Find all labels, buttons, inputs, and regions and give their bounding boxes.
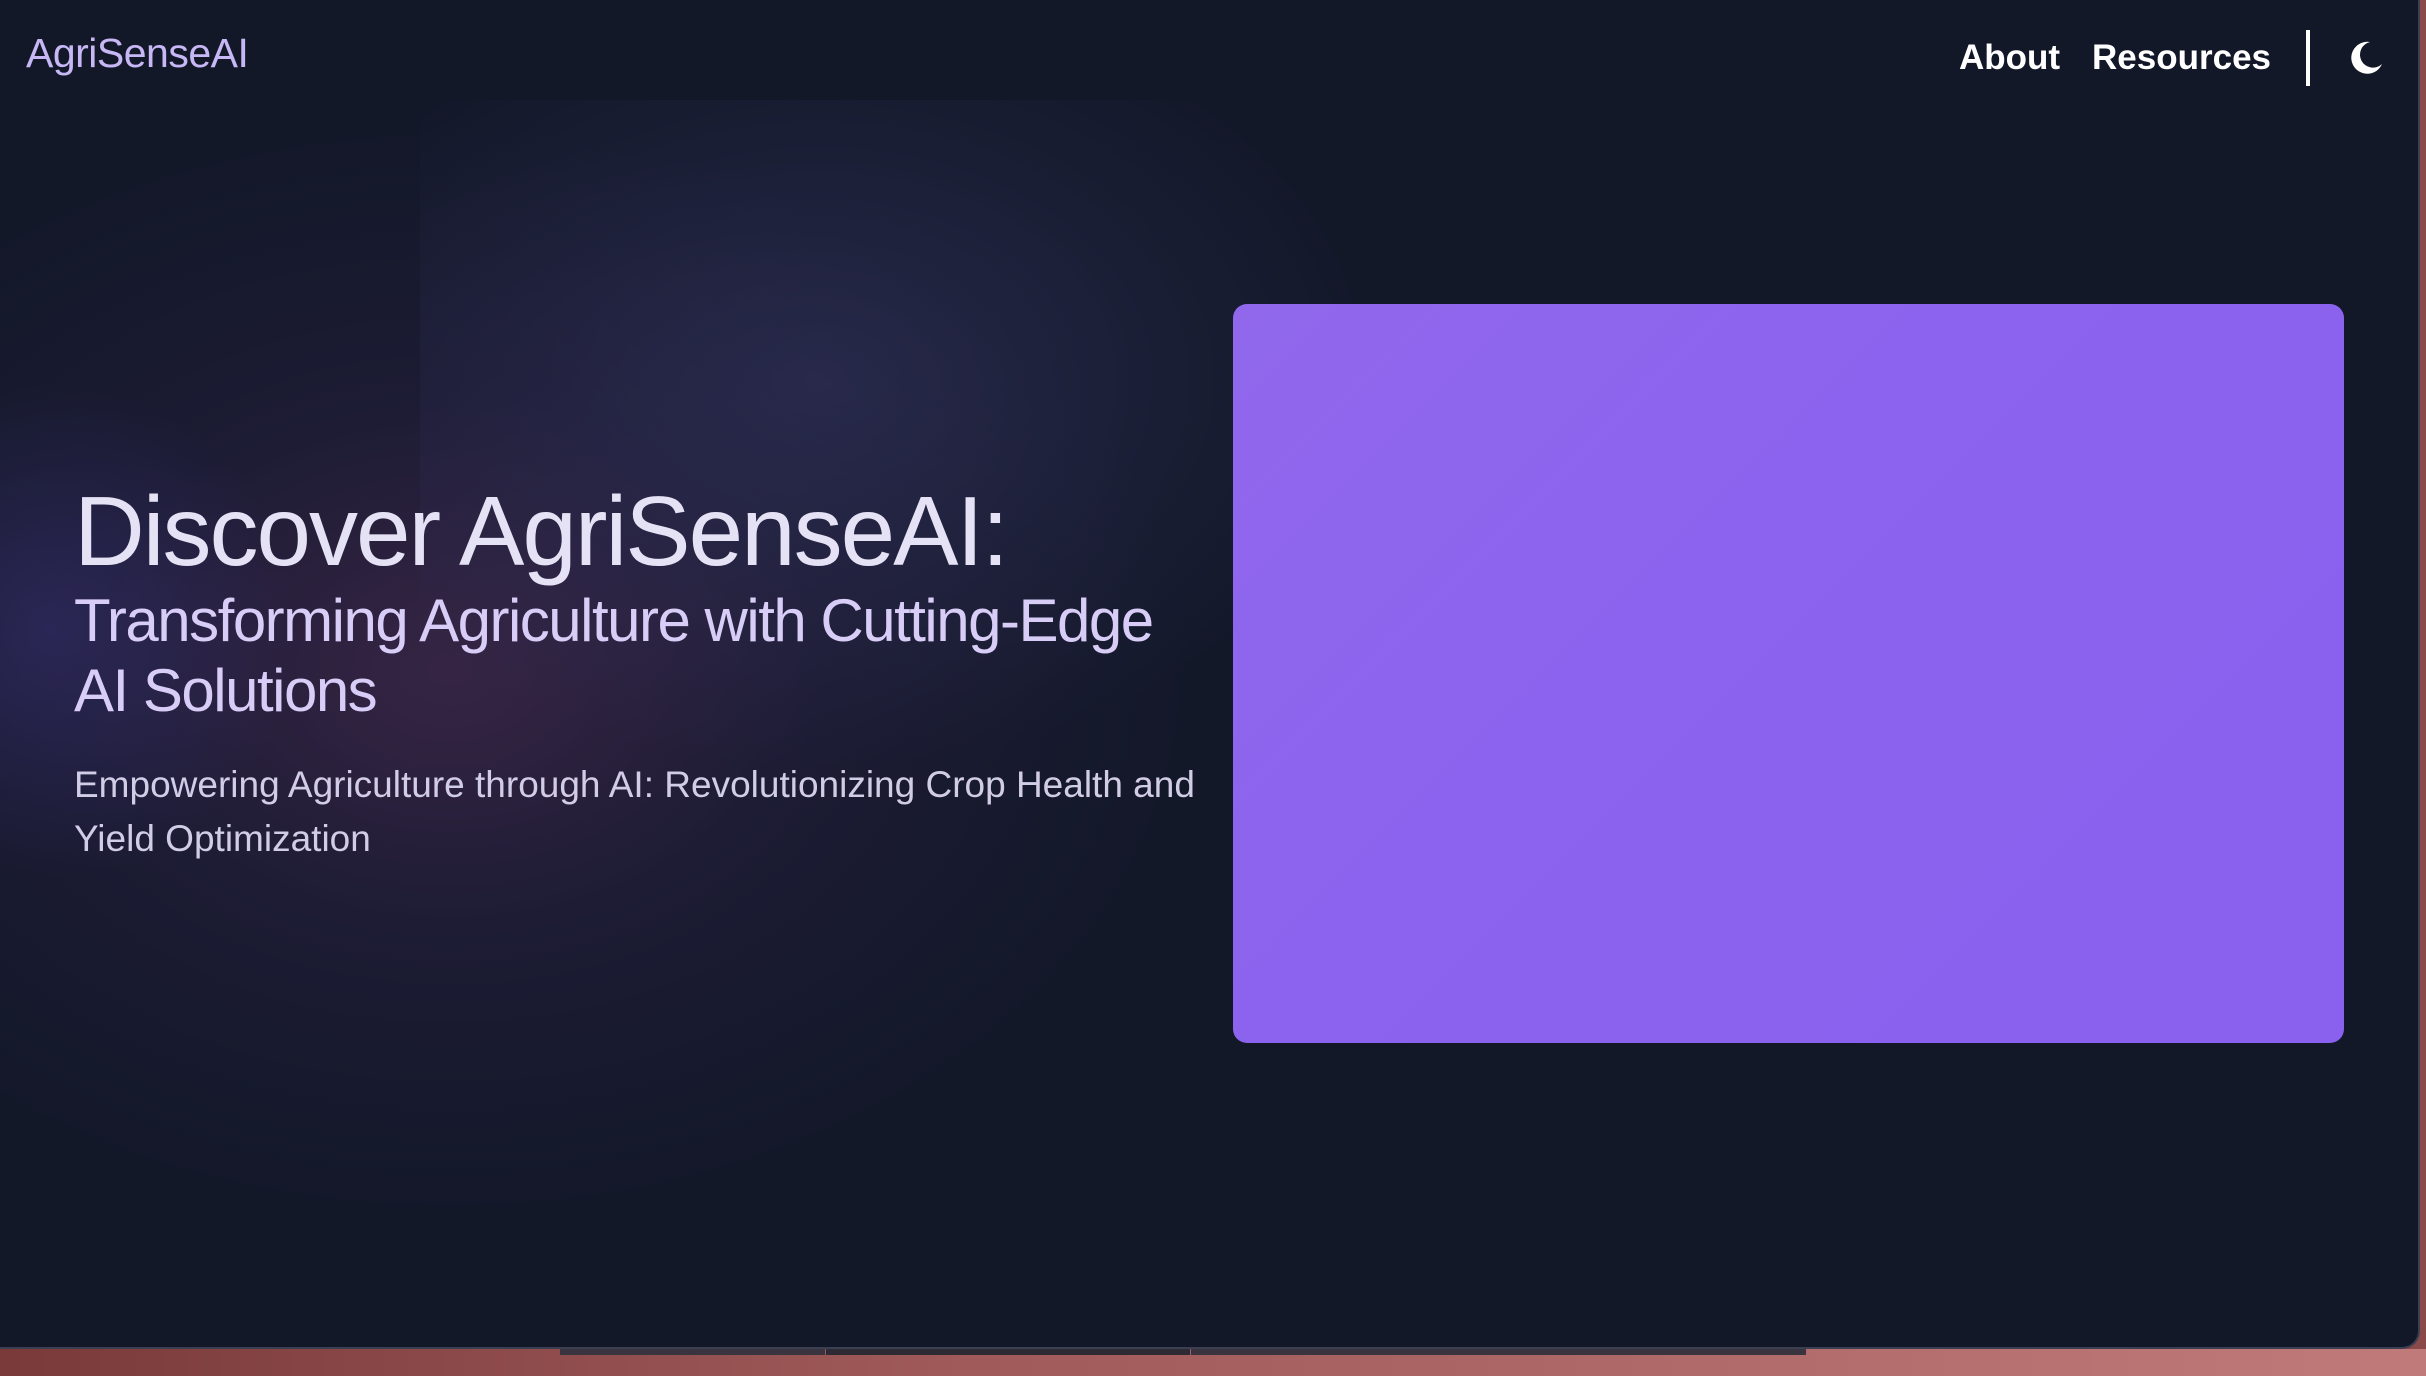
hero-text: Discover AgriSenseAI: Transforming Agric… bbox=[74, 476, 1214, 866]
desktop-background bbox=[0, 1349, 2426, 1376]
taskbar-segment bbox=[1191, 1349, 1806, 1355]
nav-links: About Resources bbox=[1959, 28, 2418, 88]
nav-divider bbox=[2306, 30, 2310, 86]
hero-subtitle: Transforming Agriculture with Cutting-Ed… bbox=[74, 586, 1154, 724]
moon-icon bbox=[2351, 41, 2382, 74]
nav-link-resources[interactable]: Resources bbox=[2092, 38, 2271, 78]
hero-title: Discover AgriSenseAI: bbox=[74, 476, 1009, 586]
taskbar-segment bbox=[826, 1349, 1190, 1355]
nav-link-about[interactable]: About bbox=[1959, 38, 2060, 78]
browser-window: AgriSenseAI About Resources Discover Agr… bbox=[0, 0, 2420, 1349]
hero-media-placeholder bbox=[1233, 304, 2344, 1043]
logo[interactable]: AgriSenseAI bbox=[26, 30, 249, 77]
theme-toggle-button[interactable] bbox=[2344, 36, 2388, 80]
navbar: AgriSenseAI About Resources bbox=[0, 0, 2418, 118]
hero-tagline: Empowering Agriculture through AI: Revol… bbox=[74, 763, 1195, 859]
taskbar-segment bbox=[560, 1349, 825, 1355]
